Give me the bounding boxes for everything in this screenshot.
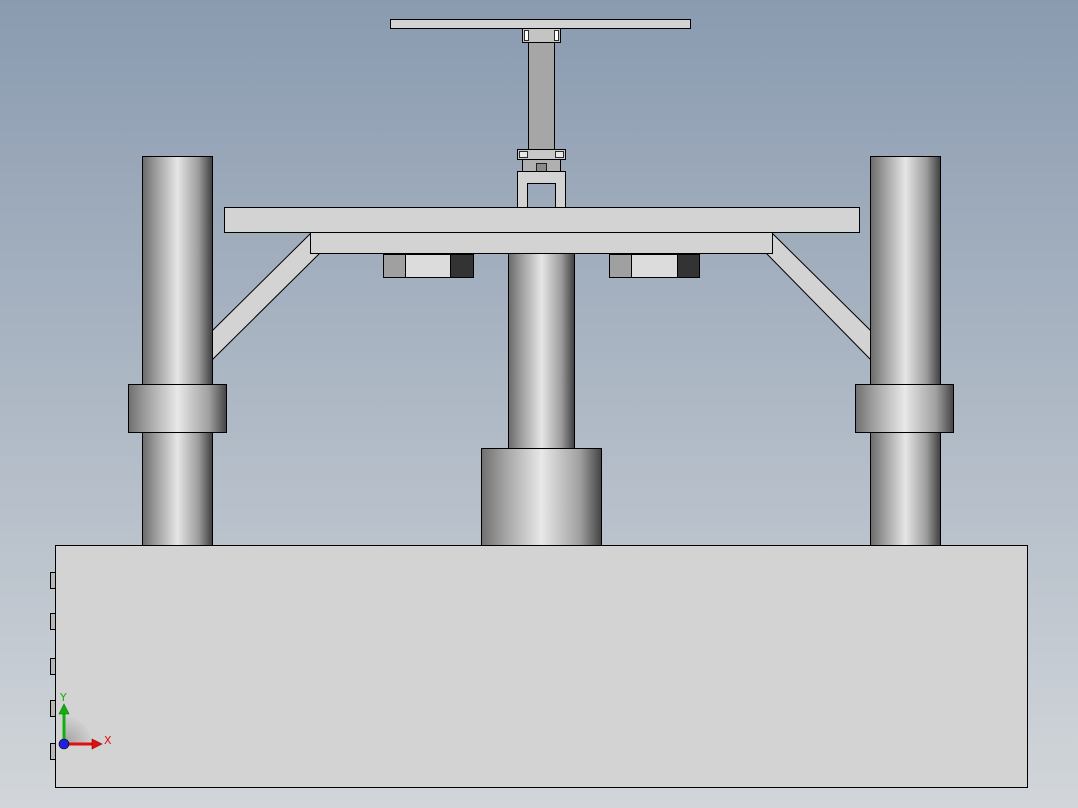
right-sensor-block[interactable] <box>609 254 700 278</box>
left-guide-bushing[interactable] <box>128 384 227 433</box>
central-cylinder[interactable] <box>481 448 602 547</box>
right-guide-bushing[interactable] <box>855 384 954 433</box>
z-axis-dot <box>58 738 70 750</box>
lower-crossbar[interactable] <box>310 232 773 254</box>
link-arm[interactable] <box>522 28 561 151</box>
upper-crossbeam[interactable] <box>224 207 860 233</box>
left-sensor-block[interactable] <box>383 254 474 278</box>
top-plate[interactable] <box>390 19 691 29</box>
y-axis-label: Y <box>59 691 67 704</box>
cad-canvas[interactable]: Y X <box>0 0 1078 808</box>
base-block[interactable] <box>55 545 1028 788</box>
left-guide-column[interactable] <box>142 156 213 547</box>
right-guide-column[interactable] <box>870 156 941 547</box>
x-axis-label: X <box>104 734 112 747</box>
cad-viewport[interactable]: Y X <box>0 0 1078 808</box>
central-piston-rod[interactable] <box>508 253 575 450</box>
